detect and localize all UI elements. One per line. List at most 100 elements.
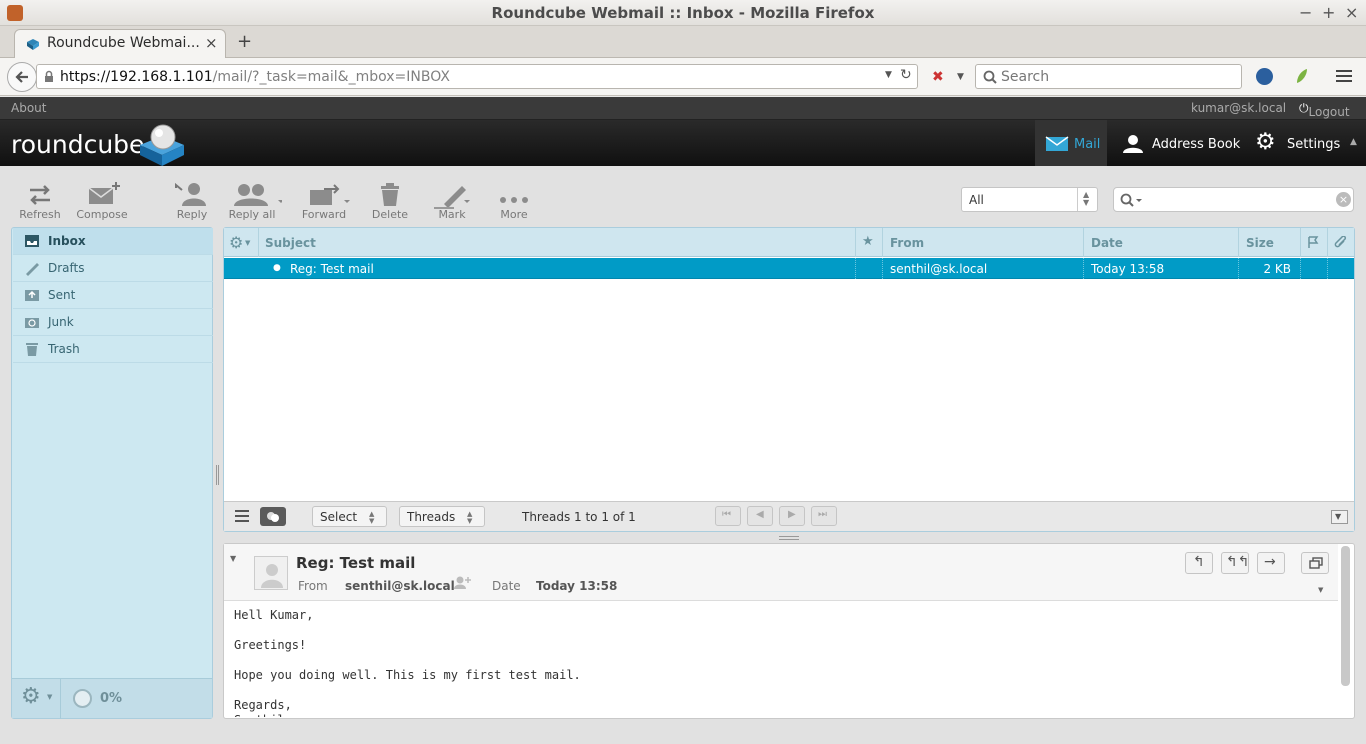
splitter-vertical[interactable] bbox=[216, 465, 219, 485]
new-window-icon bbox=[1309, 557, 1323, 569]
table-row[interactable]: ● Reg: Test mail senthil@sk.local Today … bbox=[224, 258, 1354, 279]
preview-forward-button[interactable]: → bbox=[1257, 552, 1285, 574]
compose-button[interactable]: Compose bbox=[72, 178, 132, 224]
message-body: Hell Kumar, Greetings! Hope you doing we… bbox=[234, 608, 581, 717]
preview-reply-all-button[interactable]: ↰↰ bbox=[1221, 552, 1249, 574]
body-line bbox=[234, 683, 581, 698]
collapse-header-icon[interactable]: ▲ bbox=[1350, 137, 1357, 147]
hamburger-menu-icon[interactable] bbox=[1335, 69, 1353, 83]
folder-drafts[interactable]: Drafts bbox=[13, 255, 213, 282]
threads-dropdown[interactable]: Threads ▲ ▼ bbox=[399, 506, 485, 527]
prev-page-button[interactable]: ◀ bbox=[747, 506, 773, 526]
url-dropdown-icon[interactable]: ▼ bbox=[885, 70, 892, 80]
folder-settings-dropdown-icon[interactable]: ▼ bbox=[47, 693, 52, 701]
addon-icon[interactable] bbox=[1256, 68, 1273, 85]
col-subject[interactable]: Subject bbox=[265, 236, 316, 250]
flag-icon[interactable] bbox=[1307, 236, 1319, 249]
lock-icon bbox=[45, 70, 53, 82]
browser-tab[interactable]: Roundcube Webmai... × bbox=[14, 29, 226, 59]
clear-search-icon[interactable]: × bbox=[1336, 192, 1351, 207]
compose-label: Compose bbox=[76, 208, 128, 221]
filter-select-value: All bbox=[969, 193, 984, 207]
new-tab-icon[interactable]: + bbox=[237, 31, 252, 52]
roundcube-logo-text[interactable]: roundcube bbox=[11, 130, 144, 159]
nav-addressbook[interactable]: Address Book bbox=[1110, 120, 1245, 166]
list-menu-icon[interactable] bbox=[234, 509, 250, 523]
folder-settings-gear-icon[interactable]: ⚙ bbox=[21, 684, 41, 709]
toggle-preview-button[interactable]: ▼ bbox=[1331, 510, 1348, 524]
blocked-plugin-icon[interactable]: ✖ bbox=[932, 69, 944, 85]
browser-search-input[interactable]: Search bbox=[975, 64, 1242, 89]
leaf-icon[interactable] bbox=[1295, 67, 1309, 85]
nav-settings[interactable]: ⚙ Settings bbox=[1250, 120, 1350, 166]
back-button[interactable] bbox=[7, 62, 37, 92]
nav-mail[interactable]: Mail bbox=[1035, 120, 1107, 166]
more-headers-icon[interactable]: ▼ bbox=[1318, 586, 1323, 594]
threads-toggle-button[interactable] bbox=[260, 507, 286, 526]
body-line: Hope you doing well. This is my first te… bbox=[234, 668, 581, 682]
minimize-icon[interactable]: − bbox=[1299, 3, 1312, 22]
col-size[interactable]: Size bbox=[1246, 236, 1274, 250]
folder-sent[interactable]: Sent bbox=[13, 282, 213, 309]
col-from[interactable]: From bbox=[890, 236, 924, 250]
select-arrows-icon: ▲ ▼ bbox=[1083, 190, 1090, 207]
trash-icon bbox=[381, 183, 399, 206]
prev-page-icon: ◀ bbox=[756, 509, 764, 520]
next-page-button[interactable]: ▶ bbox=[779, 506, 805, 526]
select-arrows-icon: ▲ ▼ bbox=[369, 510, 375, 525]
folder-trash[interactable]: Trash bbox=[13, 336, 213, 363]
select-dropdown[interactable]: Select ▲ ▼ bbox=[312, 506, 387, 527]
mail-search-input[interactable]: × bbox=[1113, 187, 1354, 212]
nav-mail-label: Mail bbox=[1074, 137, 1101, 152]
folder-list: Inbox Drafts Sent Junk Trash bbox=[11, 227, 213, 719]
last-page-button[interactable]: ⏭ bbox=[811, 506, 837, 526]
gear-icon: ⚙ bbox=[1255, 129, 1276, 155]
logout-link[interactable]: ⏻ Logout bbox=[1299, 101, 1350, 119]
more-button[interactable]: More bbox=[484, 178, 544, 224]
col-divider bbox=[855, 228, 856, 257]
plugin-dropdown-icon[interactable]: ▼ bbox=[957, 72, 964, 82]
row-subject: Reg: Test mail bbox=[290, 262, 374, 276]
list-options-gear-icon[interactable]: ⚙ bbox=[229, 233, 243, 252]
row-divider bbox=[1300, 258, 1301, 279]
forward-button[interactable]: Forward bbox=[294, 178, 354, 224]
splitter-horizontal[interactable] bbox=[779, 536, 799, 540]
reply-all-button[interactable]: Reply all bbox=[222, 178, 282, 224]
refresh-button[interactable]: Refresh bbox=[10, 178, 70, 224]
collapse-headers-icon[interactable]: ▼ bbox=[230, 554, 236, 563]
reload-icon[interactable]: ↻ bbox=[900, 67, 912, 83]
refresh-icon bbox=[30, 185, 50, 205]
open-in-window-button[interactable] bbox=[1301, 552, 1329, 574]
maximize-icon[interactable]: + bbox=[1322, 3, 1335, 22]
nav-addressbook-label: Address Book bbox=[1152, 137, 1241, 152]
delete-button[interactable]: Delete bbox=[360, 178, 420, 224]
close-window-icon[interactable]: × bbox=[1345, 3, 1358, 22]
about-link[interactable]: About bbox=[11, 101, 46, 115]
folder-junk[interactable]: Junk bbox=[13, 309, 213, 336]
col-divider bbox=[1238, 228, 1239, 257]
preview-scrollbar[interactable] bbox=[1341, 546, 1350, 686]
preview-subject: Reg: Test mail bbox=[296, 554, 416, 572]
reply-all-arrow-icon: ↰↰ bbox=[1226, 554, 1250, 570]
preview-reply-button[interactable]: ↰ bbox=[1185, 552, 1213, 574]
row-divider bbox=[1083, 258, 1084, 279]
avatar bbox=[254, 556, 288, 590]
preview-from-label: From bbox=[298, 579, 328, 593]
first-page-button[interactable]: ⏮ bbox=[715, 506, 741, 526]
col-date[interactable]: Date bbox=[1091, 236, 1123, 250]
close-tab-icon[interactable]: × bbox=[205, 34, 218, 52]
flag-star-icon[interactable]: ★ bbox=[862, 234, 874, 249]
folder-sent-label: Sent bbox=[48, 288, 76, 302]
list-options-dropdown-icon[interactable]: ▼ bbox=[245, 239, 250, 247]
search-options-icon[interactable] bbox=[1120, 193, 1144, 207]
filter-select[interactable]: All ▲ ▼ bbox=[961, 187, 1098, 212]
select-arrows-icon: ▲ ▼ bbox=[467, 510, 473, 525]
folder-trash-label: Trash bbox=[48, 342, 80, 356]
mark-button[interactable]: Mark bbox=[422, 178, 482, 224]
folder-inbox[interactable]: Inbox bbox=[13, 228, 213, 255]
url-bar[interactable]: https://192.168.1.101/mail/?_task=mail&_… bbox=[36, 64, 918, 89]
collapse-preview-icon: ▼ bbox=[1335, 512, 1342, 521]
pencil-icon bbox=[26, 263, 39, 276]
preview-from[interactable]: senthil@sk.local bbox=[345, 579, 455, 593]
add-contact-icon[interactable] bbox=[453, 575, 471, 590]
